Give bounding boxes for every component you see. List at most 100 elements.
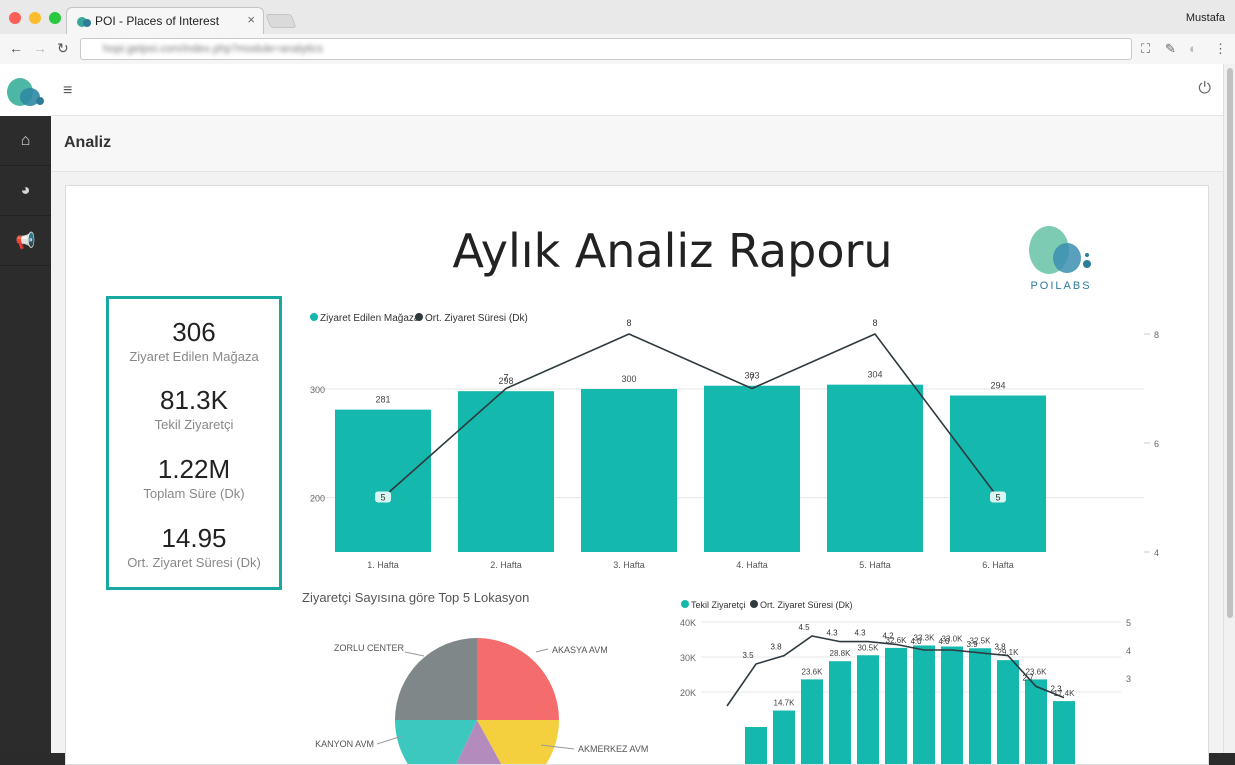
line-data-label: 4.3 (826, 629, 838, 638)
forward-icon[interactable]: → (33, 40, 47, 56)
page-header: Analiz (51, 116, 1223, 172)
bar (885, 648, 907, 765)
report-card: Aylık Analiz Raporu POILABS 306 Ziyaret … (65, 185, 1209, 765)
bar (969, 648, 991, 765)
y2-tick-label: 3 (1126, 674, 1131, 684)
bar (829, 661, 851, 765)
sidebar-dashboard-icon[interactable]: ◕ (0, 166, 51, 216)
profile-name[interactable]: Mustafa (1186, 12, 1225, 24)
url-text: hopi.getpoi.com/index.php?module=analyti… (103, 43, 323, 55)
line-data-label: 8 (626, 318, 631, 328)
line-data-label: 8 (872, 318, 877, 328)
bar (913, 645, 935, 765)
pie-title: Ziyaretçi Sayısına göre Top 5 Lokasyon (302, 590, 529, 605)
pie-slice (395, 638, 477, 720)
page-title: Analiz (64, 134, 111, 152)
bar-data-label: 23.6K (802, 667, 824, 676)
bar-data-label: 14.7K (774, 699, 796, 708)
line-data-label: 7 (503, 373, 508, 383)
legend-swatch (310, 313, 318, 321)
legend-label: Ort. Ziyaret Süresi (Dk) (425, 313, 528, 324)
bar (1025, 679, 1047, 765)
sidebar: ⌂ ◕ 📢 (0, 64, 51, 753)
browser-tab[interactable]: POI - Places of Interest × (66, 7, 264, 34)
maximize-window-button[interactable] (49, 12, 61, 24)
new-tab-button[interactable] (265, 14, 296, 28)
legend-label: Ziyaret Edilen Mağaza (320, 313, 420, 324)
x-tick-label: 2. Hafta (490, 560, 522, 570)
line-data-label: 5 (995, 493, 1000, 503)
bar (581, 389, 677, 552)
charts-canvas: Ziyaret Edilen Mağaza Ort. Ziyaret Süresi… (66, 186, 1209, 765)
bar-data-label: 281 (375, 395, 390, 405)
browser-toolbar: ← → ↻ hopi.getpoi.com/index.php?module=a… (0, 34, 1235, 64)
main-content: ≡ ⏻ Analiz Aylık Analiz Raporu POILABS 3… (51, 64, 1223, 753)
y2-tick-label: 4 (1126, 646, 1131, 656)
y2-tick-label: 5 (1126, 618, 1131, 628)
tab-title: POI - Places of Interest (95, 14, 219, 28)
leader-line (536, 649, 548, 652)
pie-label: AKASYA AVM (552, 645, 608, 655)
line-data-label: 3.8 (994, 643, 1006, 652)
favicon-icon (77, 14, 91, 28)
bar (745, 727, 767, 765)
leader-line (405, 652, 424, 656)
bar-data-label: 294 (990, 381, 1005, 391)
tab-close-icon[interactable]: × (247, 12, 255, 27)
y2-tick-label: 8 (1154, 330, 1159, 340)
y-tick-label: 20K (680, 688, 696, 698)
line-data-label: 3.8 (770, 643, 782, 652)
y2-tick-label: 4 (1154, 548, 1159, 558)
y-tick-label: 40K (680, 618, 696, 628)
power-icon[interactable]: ⏻ (1198, 80, 1211, 98)
pie-label: KANYON AVM (315, 739, 374, 749)
menu-toggle-icon[interactable]: ≡ (63, 82, 72, 100)
bar (335, 410, 431, 552)
bar (704, 386, 800, 552)
bar (857, 655, 879, 765)
line-data-label: 4.3 (854, 629, 866, 638)
page-scrollbar[interactable] (1223, 64, 1235, 753)
line-data-label: 7 (749, 373, 754, 383)
legend-swatch (415, 313, 423, 321)
bar (941, 647, 963, 765)
back-icon[interactable]: ← (9, 40, 23, 56)
legend-swatch (750, 600, 758, 608)
reload-icon[interactable]: ↻ (57, 40, 69, 57)
line-data-label: 4.2 (882, 631, 894, 640)
bar-data-label: 300 (621, 374, 636, 384)
top-bar: ≡ ⏻ (51, 64, 1223, 116)
app-logo[interactable] (0, 64, 51, 116)
minimize-window-button[interactable] (29, 12, 41, 24)
x-tick-label: 6. Hafta (982, 560, 1014, 570)
line-data-label: 4.0 (910, 637, 922, 646)
cast-icon[interactable]: ⛶ (1141, 41, 1150, 57)
line-data-label: 2.3 (1050, 685, 1062, 694)
bar-data-label: 30.5K (858, 643, 880, 652)
y-tick-label: 200 (310, 494, 325, 504)
sidebar-home-icon[interactable]: ⌂ (0, 116, 51, 166)
line-data-label: 4.5 (798, 623, 810, 632)
sidebar-megaphone-icon[interactable]: 📢 (0, 216, 51, 266)
legend-swatch (681, 600, 689, 608)
y-tick-label: 30K (680, 653, 696, 663)
legend-label: Ort. Ziyaret Süresi (Dk) (760, 600, 853, 610)
eyedropper-icon[interactable]: ✎ (1165, 41, 1176, 57)
x-tick-label: 4. Hafta (736, 560, 768, 570)
line-data-label: 3.9 (966, 640, 978, 649)
browser-chrome: POI - Places of Interest × Mustafa ← → ↻… (0, 0, 1235, 64)
bar-data-label: 304 (867, 370, 882, 380)
bar (773, 711, 795, 765)
bar (827, 385, 923, 552)
close-window-button[interactable] (9, 12, 21, 24)
bar (458, 391, 554, 552)
bar (997, 660, 1019, 765)
extension-icon[interactable]: ◐ (1189, 41, 1197, 56)
scrollbar-thumb[interactable] (1227, 68, 1233, 618)
menu-dots-icon[interactable]: ⋮ (1214, 41, 1227, 57)
address-bar[interactable]: hopi.getpoi.com/index.php?module=analyti… (80, 38, 1132, 60)
poilabs-logo-icon (0, 64, 51, 116)
line-data-label: 4.0 (938, 637, 950, 646)
bar (1053, 701, 1075, 765)
legend-label: Tekil Ziyaretçi (691, 600, 746, 610)
